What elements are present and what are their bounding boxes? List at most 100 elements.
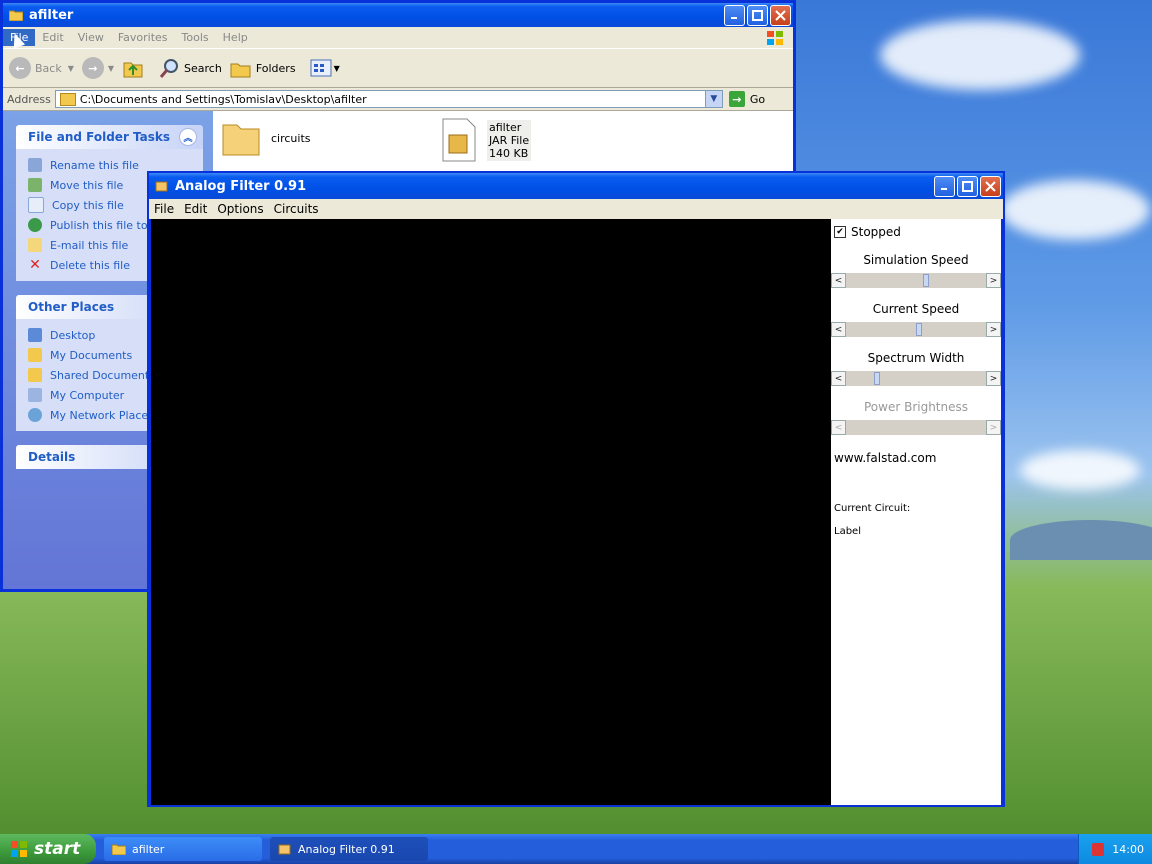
spectrum-width-slider[interactable]: < > xyxy=(831,371,1001,386)
chevron-down-icon[interactable]: ▼ xyxy=(704,91,722,107)
folder-icon xyxy=(9,10,23,21)
place-label: My Computer xyxy=(50,388,125,402)
slider-thumb[interactable] xyxy=(916,323,922,336)
power-brightness-slider: < > xyxy=(831,420,1001,435)
slider-track[interactable] xyxy=(846,273,986,288)
file-name: circuits xyxy=(271,131,311,145)
forward-arrow-icon: → xyxy=(81,57,104,79)
java-cup-icon xyxy=(278,844,291,855)
start-button[interactable]: start xyxy=(0,834,96,864)
folder-icon xyxy=(112,844,126,855)
scroll-right-icon[interactable]: > xyxy=(986,371,1001,386)
task-label: Delete this file xyxy=(50,258,130,272)
menu-view[interactable]: View xyxy=(71,29,111,46)
folders-button[interactable]: Folders xyxy=(230,57,296,79)
collapse-icon[interactable]: ︽ xyxy=(179,128,197,146)
forward-button[interactable]: → ▼ xyxy=(81,57,114,79)
start-label: start xyxy=(34,839,81,859)
back-arrow-icon: ← xyxy=(9,57,31,79)
folders-icon xyxy=(230,63,251,78)
scroll-right-icon[interactable]: > xyxy=(986,322,1001,337)
place-label: Desktop xyxy=(50,328,96,342)
security-shield-icon[interactable] xyxy=(1092,842,1105,856)
spectrum-width-label: Spectrum Width xyxy=(867,351,965,365)
current-speed-slider[interactable]: < > xyxy=(831,322,1001,337)
documents-icon xyxy=(28,348,42,362)
delete-x-icon: ✕ xyxy=(29,257,41,273)
file-name: afilter xyxy=(489,120,522,134)
website-label: www.falstad.com xyxy=(834,451,937,465)
scroll-left-icon[interactable]: < xyxy=(831,273,846,288)
simulation-canvas[interactable] xyxy=(151,219,831,805)
circuit-label: Label xyxy=(834,526,861,537)
taskbar-item-afilter[interactable]: afilter xyxy=(104,837,262,861)
tasks-header[interactable]: File and Folder Tasks ︽ xyxy=(16,125,203,149)
maximize-button[interactable] xyxy=(957,175,978,197)
minimize-button[interactable] xyxy=(724,4,745,26)
slider-thumb[interactable] xyxy=(874,372,880,385)
chevron-down-icon: ▼ xyxy=(333,63,340,73)
close-button[interactable] xyxy=(980,175,1001,197)
menu-file[interactable]: File xyxy=(149,200,179,218)
chevron-down-icon: ▼ xyxy=(67,63,74,73)
slider-track[interactable] xyxy=(846,371,986,386)
slider-thumb[interactable] xyxy=(923,274,929,287)
menu-options[interactable]: Options xyxy=(212,200,268,218)
task-label: afilter xyxy=(132,842,165,856)
search-label: Search xyxy=(184,61,222,75)
go-arrow-icon: → xyxy=(728,91,745,107)
views-button[interactable]: ▼ xyxy=(310,58,340,78)
clock[interactable]: 14:00 xyxy=(1112,843,1144,856)
checkmark-icon: ✔ xyxy=(834,226,846,238)
menu-tools[interactable]: Tools xyxy=(175,29,216,46)
email-icon xyxy=(28,238,42,252)
folder-icon xyxy=(59,92,76,106)
back-button[interactable]: ← Back ▼ xyxy=(9,57,74,79)
scroll-right-icon[interactable]: > xyxy=(986,273,1001,288)
go-button[interactable]: → Go xyxy=(728,91,766,107)
power-brightness-label: Power Brightness xyxy=(863,400,968,414)
search-button[interactable]: Search xyxy=(158,57,222,79)
toolbar: ← Back ▼ → ▼ Search Folders ▼ xyxy=(3,48,793,88)
scroll-left-icon[interactable]: < xyxy=(831,322,846,337)
stopped-checkbox[interactable]: ✔ Stopped xyxy=(831,219,1001,239)
task-label: Rename this file xyxy=(50,158,139,172)
go-label: Go xyxy=(749,92,766,106)
cloud xyxy=(880,20,1080,90)
menu-edit[interactable]: Edit xyxy=(35,29,70,46)
views-icon xyxy=(310,59,332,77)
file-item-afilter[interactable]: afilter JAR File 140 KB xyxy=(439,117,532,163)
search-icon xyxy=(159,59,179,78)
network-icon xyxy=(28,408,42,422)
folder-item-circuits[interactable]: circuits xyxy=(221,119,311,157)
menu-favorites[interactable]: Favorites xyxy=(111,29,175,46)
scroll-left-icon[interactable]: < xyxy=(831,371,846,386)
minimize-button[interactable] xyxy=(934,175,955,197)
menu-help[interactable]: Help xyxy=(216,29,255,46)
window-title: afilter xyxy=(29,7,74,23)
up-button[interactable] xyxy=(122,57,144,79)
desktop-icon xyxy=(28,328,42,342)
window-title: Analog Filter 0.91 xyxy=(175,178,307,194)
maximize-button[interactable] xyxy=(747,4,768,26)
task-label: Move this file xyxy=(50,178,124,192)
simulation-speed-slider[interactable]: < > xyxy=(831,273,1001,288)
address-label: Address xyxy=(7,92,51,106)
system-tray: 14:00 xyxy=(1078,834,1152,864)
shared-folder-icon xyxy=(28,368,42,382)
taskbar: start afilter Analog Filter 0.91 14:00 xyxy=(0,834,1152,864)
task-label: E-mail this file xyxy=(50,238,129,252)
place-label: My Network Places xyxy=(50,408,154,422)
scroll-left-icon: < xyxy=(831,420,846,435)
slider-track xyxy=(846,420,986,435)
menu-circuits[interactable]: Circuits xyxy=(269,200,324,218)
slider-track[interactable] xyxy=(846,322,986,337)
tasks-title: File and Folder Tasks xyxy=(28,130,171,144)
menu-bar: File Edit Options Circuits xyxy=(149,199,1003,219)
taskbar-item-analog-filter[interactable]: Analog Filter 0.91 xyxy=(270,837,428,861)
move-icon xyxy=(28,178,42,192)
address-input[interactable]: C:\Documents and Settings\Tomislav\Deskt… xyxy=(54,90,723,108)
menu-edit[interactable]: Edit xyxy=(179,200,212,218)
close-button[interactable] xyxy=(770,4,791,26)
globe-icon xyxy=(28,218,42,232)
